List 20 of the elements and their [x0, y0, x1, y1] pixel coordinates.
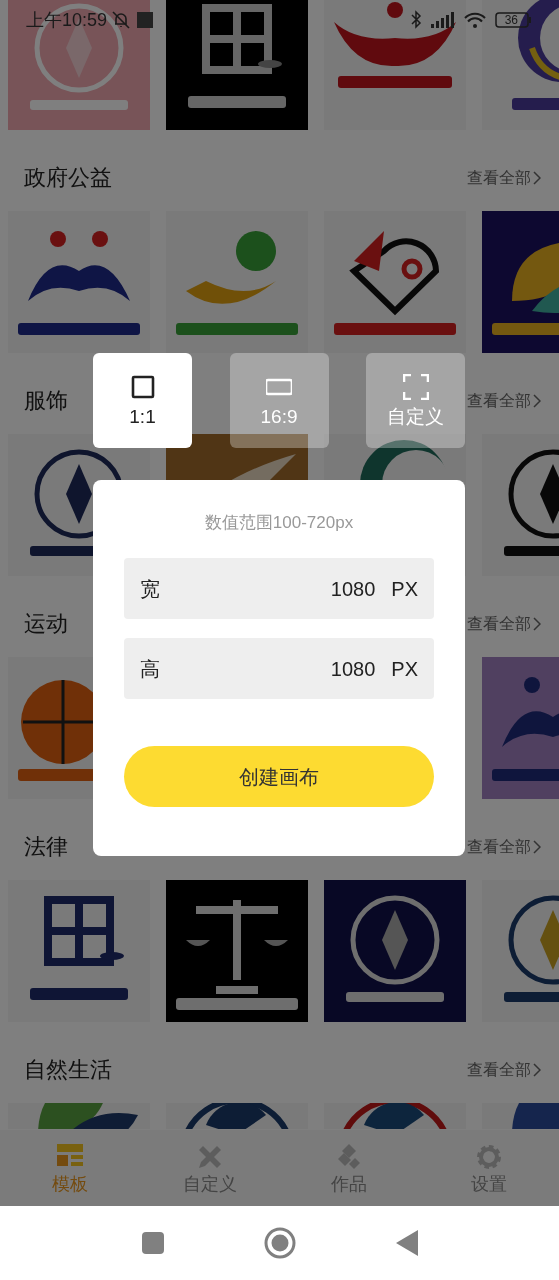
nav-tab[interactable]: 模板 [0, 1130, 140, 1206]
ratio-option[interactable]: 16:9 [229, 353, 329, 448]
section-title: 自然生活 [24, 1056, 112, 1084]
status-time: 上午10:59 [26, 8, 108, 32]
create-canvas-button[interactable]: 创建画布 [124, 746, 434, 807]
section-title: 政府公益 [24, 164, 112, 192]
size-input-field[interactable]: 高 1080 PX [124, 638, 434, 699]
section-title: 法律 [24, 833, 68, 861]
ratio-option[interactable]: 1:1 [93, 353, 192, 448]
view-all-link[interactable]: 查看全部 [467, 1057, 541, 1082]
section-title: 运动 [24, 610, 68, 638]
battery-level: 36 [504, 12, 518, 28]
view-all-link[interactable]: 查看全部 [467, 165, 541, 190]
view-all-link[interactable]: 查看全部 [467, 611, 541, 636]
ratio-option[interactable]: 自定义 [366, 353, 465, 448]
view-all-link[interactable]: 查看全部 [467, 388, 541, 413]
size-input-field[interactable]: 宽 1080 PX [124, 558, 434, 619]
section-title: 服饰 [24, 387, 68, 415]
range-hint: 数值范围100-720px [204, 512, 354, 534]
view-all-link[interactable]: 查看全部 [467, 834, 541, 859]
